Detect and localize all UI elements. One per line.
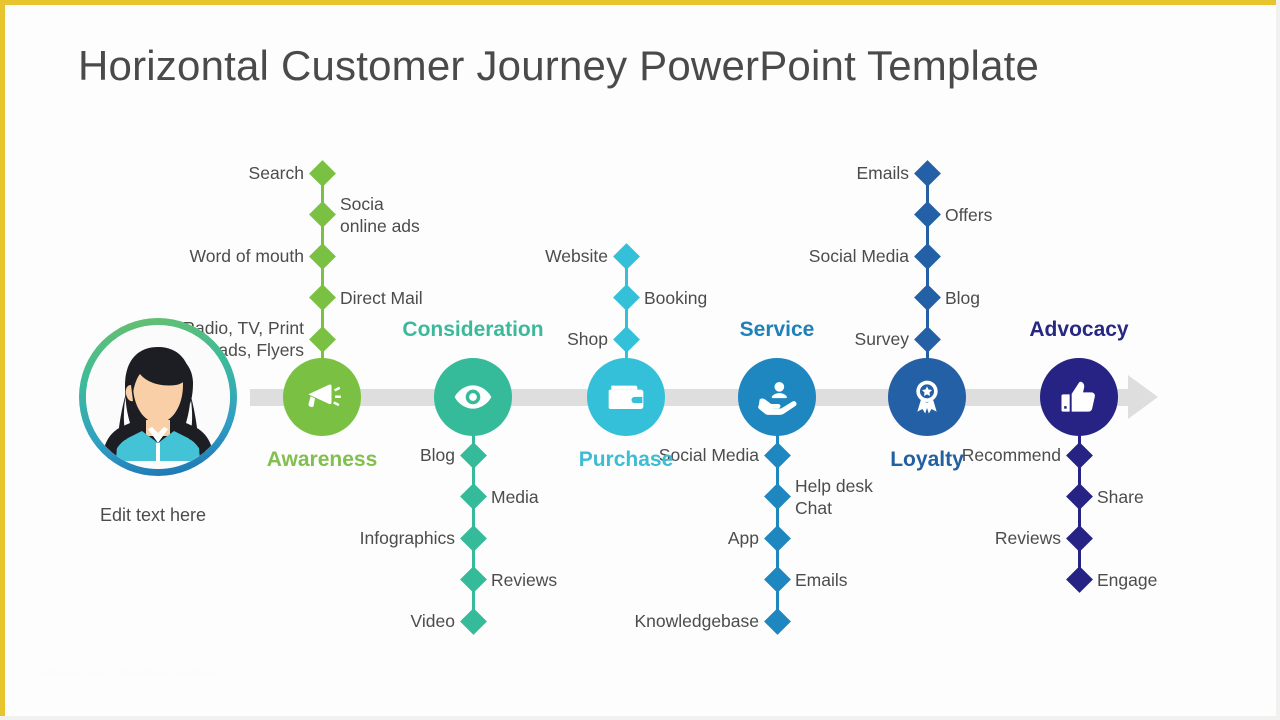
- touchpoint-label: Video: [410, 611, 455, 631]
- persona-avatar[interactable]: [79, 318, 237, 476]
- female-avatar-icon: [86, 325, 230, 469]
- stage-node-awareness[interactable]: [283, 358, 361, 436]
- touchpoint-marker[interactable]: [913, 284, 941, 311]
- touchpoint-marker[interactable]: [459, 566, 487, 593]
- touchpoint-label: Shop: [567, 329, 608, 349]
- journey-timeline-bar: [250, 389, 1130, 406]
- touchpoint-label: Recommend: [961, 445, 1061, 465]
- touchpoint-marker[interactable]: [308, 242, 336, 270]
- touchpoint-marker[interactable]: [913, 325, 941, 353]
- slide-frame-left: [0, 0, 5, 720]
- touchpoint-marker[interactable]: [763, 524, 791, 552]
- touchpoint-marker[interactable]: [763, 441, 791, 469]
- touchpoint-marker[interactable]: [763, 483, 791, 510]
- stage-node-consideration[interactable]: [434, 358, 512, 436]
- touchpoint-marker[interactable]: [308, 325, 336, 353]
- watermark: slidemodel.com | PowerPoint Templates: [38, 668, 216, 678]
- eye-icon: [453, 377, 493, 417]
- touchpoint-label: Website: [545, 246, 608, 266]
- touchpoint-label: Social Media: [658, 445, 759, 465]
- slide-frame-right: [1276, 0, 1280, 720]
- slide-frame-bottom: [0, 716, 1280, 720]
- touchpoint-label: Booking: [644, 287, 708, 308]
- touchpoint-label: Blog: [419, 445, 455, 465]
- touchpoint-marker[interactable]: [459, 524, 487, 552]
- touchpoint-label: Share: [1097, 486, 1144, 507]
- touchpoint-label: Help desk Chat: [795, 475, 873, 518]
- stage-label-awareness: Awareness: [266, 448, 378, 471]
- touchpoint-label: Survey: [854, 329, 909, 349]
- megaphone-icon: [302, 377, 342, 417]
- touchpoint-label: App: [727, 528, 759, 548]
- touchpoint-marker[interactable]: [308, 201, 336, 228]
- stage-node-service[interactable]: [738, 358, 816, 436]
- touchpoint-marker[interactable]: [459, 483, 487, 510]
- stage-label-consideration: Consideration: [402, 318, 544, 341]
- thumbs-up-icon: [1059, 377, 1099, 417]
- touchpoint-label: Reviews: [994, 528, 1061, 548]
- service-hand-icon: [757, 377, 797, 417]
- touchpoint-marker[interactable]: [763, 607, 791, 635]
- stage-label-advocacy: Advocacy: [1029, 318, 1129, 341]
- touchpoint-label: Media: [491, 486, 539, 507]
- wallet-icon: [606, 377, 646, 417]
- touchpoint-label: Social Media: [808, 246, 909, 266]
- touchpoint-label: Word of mouth: [189, 246, 304, 266]
- touchpoint-marker[interactable]: [612, 242, 640, 270]
- slide-title: Horizontal Customer Journey PowerPoint T…: [78, 42, 1040, 89]
- touchpoint-marker[interactable]: [1065, 566, 1093, 593]
- stage-label-loyalty: Loyalty: [890, 448, 964, 471]
- stage-node-advocacy[interactable]: [1040, 358, 1118, 436]
- stage-label-service: Service: [739, 318, 815, 341]
- touchpoint-label: Socia online ads: [340, 193, 420, 236]
- touchpoint-marker[interactable]: [459, 441, 487, 469]
- touchpoint-marker[interactable]: [308, 284, 336, 311]
- touchpoint-label: Reviews: [491, 569, 558, 590]
- persona-caption: Edit text here: [100, 505, 207, 525]
- touchpoint-marker[interactable]: [913, 159, 941, 187]
- award-ribbon-icon: [907, 377, 947, 417]
- stage-node-purchase[interactable]: [587, 358, 665, 436]
- touchpoint-marker[interactable]: [612, 325, 640, 353]
- touchpoint-label: Knowledgebase: [634, 611, 759, 631]
- touchpoint-marker[interactable]: [1065, 483, 1093, 510]
- touchpoint-marker[interactable]: [1065, 524, 1093, 552]
- touchpoint-marker[interactable]: [1065, 441, 1093, 469]
- touchpoint-label: Infographics: [359, 528, 455, 548]
- touchpoint-label: Emails: [795, 569, 848, 590]
- touchpoint-marker[interactable]: [763, 566, 791, 593]
- slide-frame-top: [0, 0, 1280, 5]
- touchpoint-marker[interactable]: [308, 159, 336, 187]
- touchpoint-label: Offers: [945, 204, 993, 225]
- touchpoint-marker[interactable]: [459, 607, 487, 635]
- touchpoint-label: Direct Mail: [340, 287, 423, 308]
- touchpoint-marker[interactable]: [612, 284, 640, 311]
- touchpoint-marker[interactable]: [913, 201, 941, 228]
- touchpoint-label: Engage: [1097, 569, 1158, 590]
- touchpoint-label: Search: [248, 163, 304, 183]
- touchpoint-label: Emails: [856, 163, 909, 183]
- stage-label-purchase: Purchase: [578, 448, 674, 471]
- touchpoint-label: Blog: [945, 287, 981, 308]
- touchpoint-marker[interactable]: [913, 242, 941, 270]
- slide-canvas: Horizontal Customer Journey PowerPoint T…: [0, 0, 1280, 720]
- journey-timeline-arrow-icon: [1128, 375, 1158, 419]
- stage-node-loyalty[interactable]: [888, 358, 966, 436]
